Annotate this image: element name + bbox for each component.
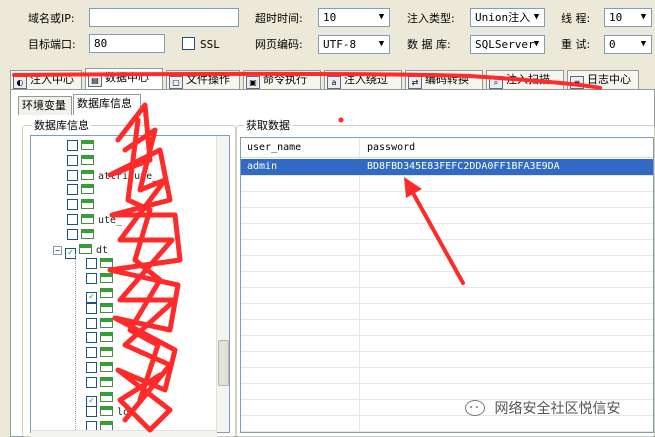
wechat-icon xyxy=(465,400,485,416)
annotation-arrow xyxy=(404,177,465,285)
annotation-overlay xyxy=(12,72,602,433)
redaction-scribble xyxy=(107,102,183,433)
watermark-text: 网络安全社区悦信安 xyxy=(494,401,621,417)
annotation-dot xyxy=(338,117,344,123)
watermark: 网络安全社区悦信安 xyxy=(465,398,621,420)
annotation-underline xyxy=(12,72,602,90)
